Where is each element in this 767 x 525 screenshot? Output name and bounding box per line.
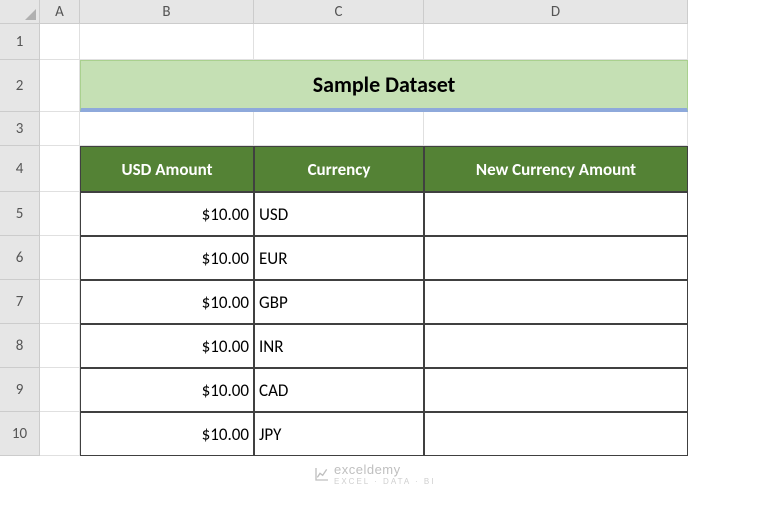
cell-new-currency-amount[interactable] xyxy=(424,192,688,236)
cell-currency[interactable]: INR xyxy=(254,324,424,368)
watermark-brand: exceldemy xyxy=(334,462,435,477)
cell[interactable] xyxy=(40,412,80,456)
select-all-cell[interactable] xyxy=(0,0,40,24)
cell[interactable] xyxy=(424,112,688,146)
cell-currency[interactable]: GBP xyxy=(254,280,424,324)
cell-usd-amount[interactable]: $10.00 xyxy=(80,236,254,280)
cell[interactable] xyxy=(40,112,80,146)
cell[interactable] xyxy=(40,24,80,60)
cell[interactable] xyxy=(254,24,424,60)
cell[interactable] xyxy=(40,368,80,412)
watermark-tag: EXCEL · DATA · BI xyxy=(334,477,435,486)
row-header-3[interactable]: 3 xyxy=(0,112,40,146)
spreadsheet-view: ABCD 12345678910 Sample Dataset USD Amou… xyxy=(0,0,767,525)
chart-icon xyxy=(314,466,330,482)
row-header-5[interactable]: 5 xyxy=(0,192,40,236)
row-headers: 12345678910 xyxy=(0,24,40,456)
row-header-2[interactable]: 2 xyxy=(0,60,40,112)
watermark: exceldemy EXCEL · DATA · BI xyxy=(314,462,435,486)
cell[interactable] xyxy=(40,60,80,112)
cell-new-currency-amount[interactable] xyxy=(424,280,688,324)
col-header-d[interactable]: D xyxy=(424,0,688,24)
row-header-9[interactable]: 9 xyxy=(0,368,40,412)
cell[interactable] xyxy=(40,324,80,368)
row-header-6[interactable]: 6 xyxy=(0,236,40,280)
col-header-a[interactable]: A xyxy=(40,0,80,24)
cell-new-currency-amount[interactable] xyxy=(424,412,688,456)
col-header-b[interactable]: B xyxy=(80,0,254,24)
cell[interactable] xyxy=(40,236,80,280)
row-header-7[interactable]: 7 xyxy=(0,280,40,324)
column-headers: ABCD xyxy=(40,0,688,24)
cell[interactable] xyxy=(254,112,424,146)
col-header-c[interactable]: C xyxy=(254,0,424,24)
cell[interactable] xyxy=(424,24,688,60)
cell-currency[interactable]: USD xyxy=(254,192,424,236)
th-currency[interactable]: Currency xyxy=(254,146,424,192)
row-header-1[interactable]: 1 xyxy=(0,24,40,60)
title-banner: Sample Dataset xyxy=(80,60,688,112)
watermark-text: exceldemy EXCEL · DATA · BI xyxy=(334,462,435,486)
title-text: Sample Dataset xyxy=(313,71,456,98)
cell-usd-amount[interactable]: $10.00 xyxy=(80,324,254,368)
cell[interactable] xyxy=(40,146,80,192)
cell-new-currency-amount[interactable] xyxy=(424,236,688,280)
cell-usd-amount[interactable]: $10.00 xyxy=(80,412,254,456)
cell[interactable] xyxy=(40,192,80,236)
row-header-10[interactable]: 10 xyxy=(0,412,40,456)
cell-usd-amount[interactable]: $10.00 xyxy=(80,192,254,236)
cell-currency[interactable]: EUR xyxy=(254,236,424,280)
cell-usd-amount[interactable]: $10.00 xyxy=(80,280,254,324)
cell-new-currency-amount[interactable] xyxy=(424,324,688,368)
cell-currency[interactable]: JPY xyxy=(254,412,424,456)
th-new-currency-amount[interactable]: New Currency Amount xyxy=(424,146,688,192)
cell[interactable] xyxy=(80,24,254,60)
cell[interactable] xyxy=(80,112,254,146)
row-header-4[interactable]: 4 xyxy=(0,146,40,192)
cell-new-currency-amount[interactable] xyxy=(424,368,688,412)
cell-usd-amount[interactable]: $10.00 xyxy=(80,368,254,412)
cell-currency[interactable]: CAD xyxy=(254,368,424,412)
th-usd-amount[interactable]: USD Amount xyxy=(80,146,254,192)
row-header-8[interactable]: 8 xyxy=(0,324,40,368)
cell[interactable] xyxy=(40,280,80,324)
